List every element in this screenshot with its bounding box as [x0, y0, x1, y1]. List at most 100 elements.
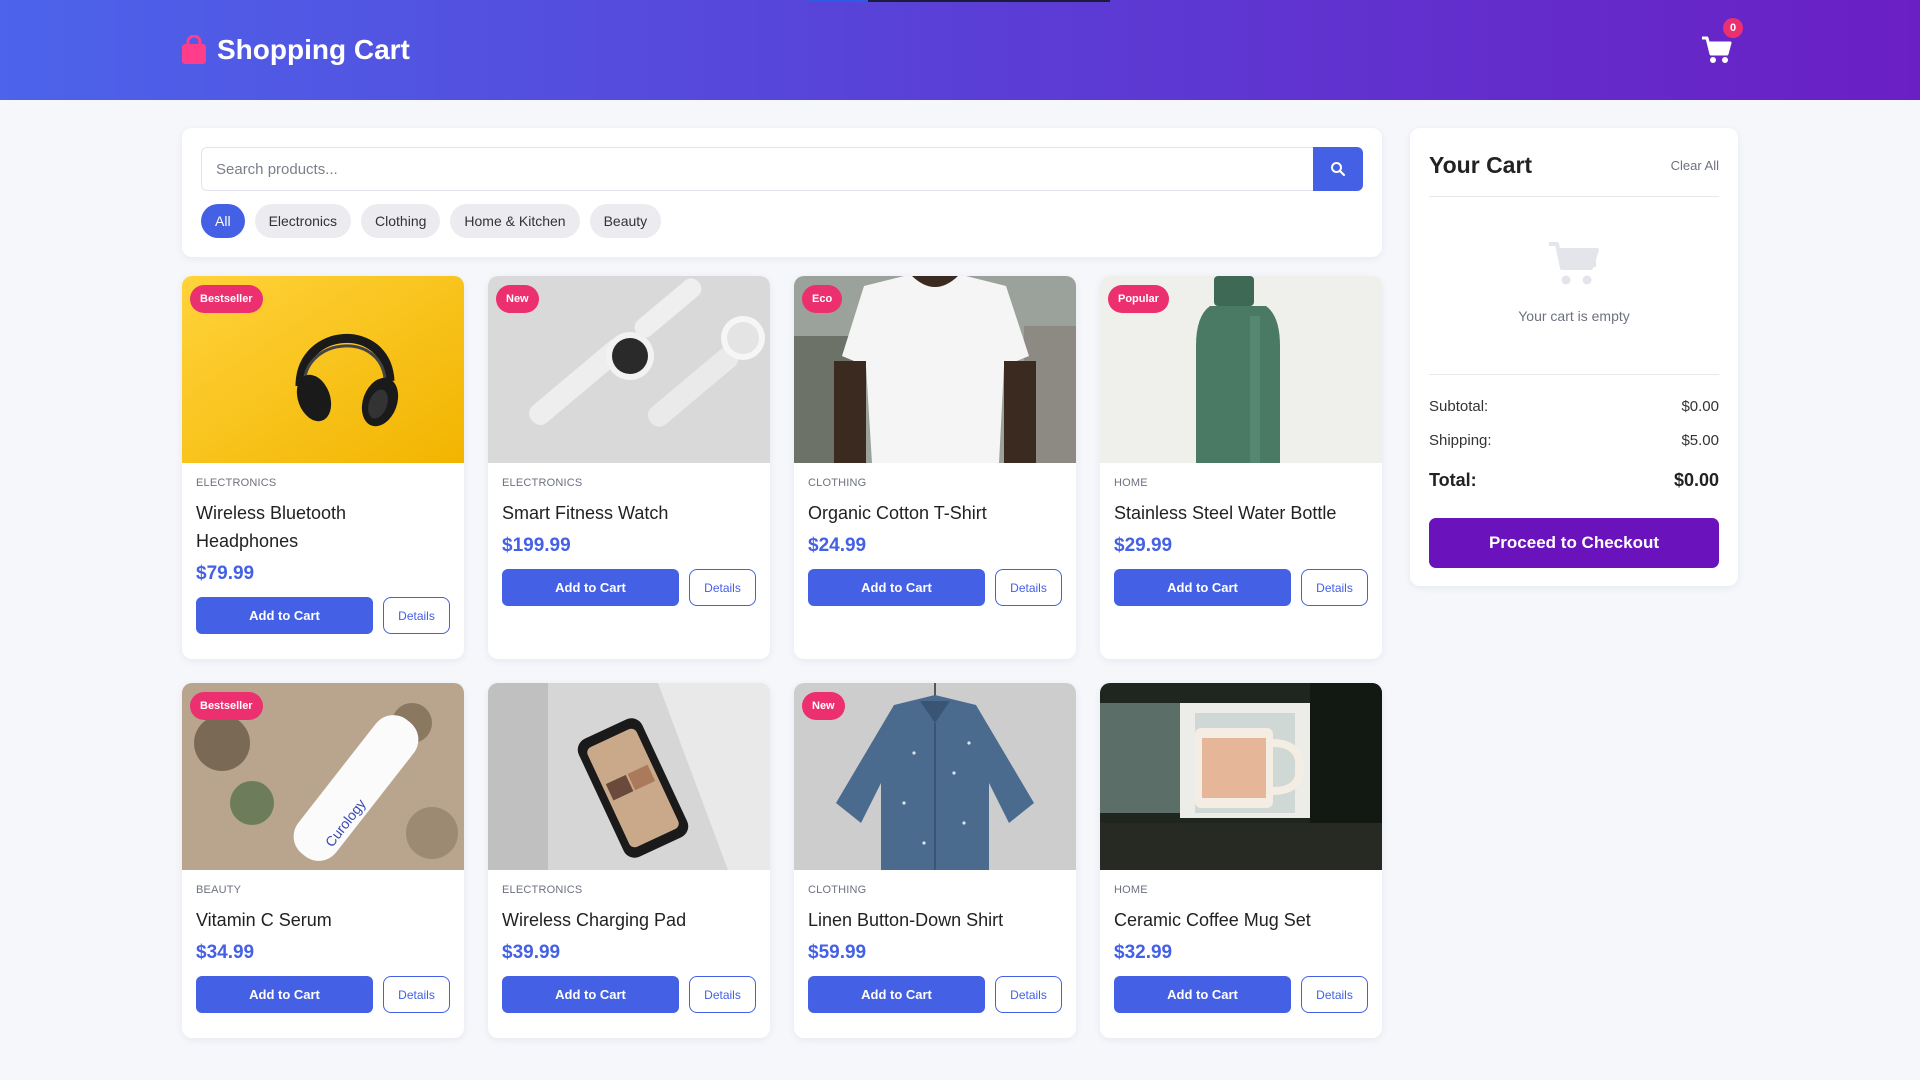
product-badge: New: [496, 285, 539, 313]
brand: Shopping Cart: [181, 30, 410, 70]
divider: [1429, 374, 1719, 375]
product-badge: Popular: [1108, 285, 1169, 313]
cart-title: Your Cart: [1429, 152, 1533, 178]
product-card: New CLOTHING Linen Button-Down Shirt $59…: [794, 683, 1076, 1038]
product-image-charging-pad[interactable]: [488, 683, 770, 870]
cart-panel: Your Cart Clear All Your cart is empty S…: [1410, 128, 1738, 586]
product-image-linen-shirt[interactable]: New: [794, 683, 1076, 870]
product-price: $79.99: [196, 563, 255, 584]
checkout-button[interactable]: Proceed to Checkout: [1429, 518, 1719, 568]
product-actions: Add to Cart Details: [502, 976, 756, 1013]
product-badge: Bestseller: [190, 285, 263, 313]
add-to-cart-button[interactable]: Add to Cart: [1114, 976, 1291, 1013]
add-to-cart-button[interactable]: Add to Cart: [808, 569, 985, 606]
search-button[interactable]: [1313, 147, 1363, 191]
add-to-cart-button[interactable]: Add to Cart: [502, 569, 679, 606]
product-info: ELECTRONICS Smart Fitness Watch $199.99 …: [488, 463, 770, 620]
search-bar: [201, 147, 1363, 191]
search-input[interactable]: [201, 147, 1313, 191]
shipping-label: Shipping:: [1429, 432, 1492, 449]
details-button[interactable]: Details: [689, 569, 756, 606]
product-image-coffee-mug[interactable]: [1100, 683, 1382, 870]
product-card: Curology Bestseller BEAUTY Vitamin C Ser…: [182, 683, 464, 1038]
product-price: $199.99: [502, 535, 571, 556]
product-category: BEAUTY: [196, 884, 242, 896]
product-actions: Add to Cart Details: [196, 976, 450, 1013]
details-button[interactable]: Details: [1301, 976, 1368, 1013]
divider: [1429, 196, 1719, 197]
product-image-watch[interactable]: New: [488, 276, 770, 463]
header-accent: [868, 0, 1110, 2]
shipping-row: Shipping: $5.00: [1429, 432, 1719, 449]
product-price: $32.99: [1114, 942, 1173, 963]
header-accent: [808, 0, 868, 2]
filter-clothing[interactable]: Clothing: [361, 204, 441, 238]
product-name: Wireless Charging Pad: [502, 910, 687, 930]
empty-cart-message: Your cart is empty: [1518, 308, 1630, 324]
product-card: Popular HOME Stainless Steel Water Bottl…: [1100, 276, 1382, 659]
details-button[interactable]: Details: [383, 976, 450, 1013]
total-value: $0.00: [1673, 470, 1719, 490]
shopping-bag-icon: [181, 34, 207, 65]
product-name: Ceramic Coffee Mug Set: [1114, 910, 1311, 930]
product-category: ELECTRONICS: [196, 477, 277, 489]
product-actions: Add to Cart Details: [1114, 976, 1368, 1013]
header-cart-button[interactable]: [1700, 34, 1734, 66]
product-category: ELECTRONICS: [502, 884, 583, 896]
total-row: Total: $0.00: [1429, 470, 1719, 491]
subtotal-row: Subtotal: $0.00: [1429, 398, 1719, 415]
product-actions: Add to Cart Details: [502, 569, 756, 606]
details-button[interactable]: Details: [1301, 569, 1368, 606]
product-name: Organic Cotton T-Shirt: [808, 503, 987, 523]
filter-home-kitchen[interactable]: Home & Kitchen: [450, 204, 580, 238]
product-category: CLOTHING: [808, 477, 867, 489]
product-name: Stainless Steel Water Bottle: [1114, 503, 1337, 523]
search-icon: [1331, 162, 1346, 177]
details-button[interactable]: Details: [995, 976, 1062, 1013]
add-to-cart-button[interactable]: Add to Cart: [808, 976, 985, 1013]
product-card: Eco CLOTHING Organic Cotton T-Shirt $24.…: [794, 276, 1076, 659]
filter-all[interactable]: All: [201, 204, 245, 238]
product-info: HOME Stainless Steel Water Bottle $29.99…: [1100, 463, 1382, 620]
product-category: HOME: [1114, 884, 1148, 896]
details-button[interactable]: Details: [689, 976, 756, 1013]
product-grid: Bestseller ELECTRONICS Wireless Bluetoot…: [182, 276, 1382, 1038]
product-price: $29.99: [1114, 535, 1173, 556]
product-info: ELECTRONICS Wireless Bluetooth Headphone…: [182, 463, 464, 648]
product-name: Smart Fitness Watch: [502, 503, 669, 523]
product-category: CLOTHING: [808, 884, 867, 896]
clear-all-button[interactable]: Clear All: [1671, 158, 1719, 173]
product-category: ELECTRONICS: [502, 477, 583, 489]
filter-beauty[interactable]: Beauty: [589, 204, 662, 238]
category-filters: All Electronics Clothing Home & Kitchen …: [201, 204, 662, 238]
product-image-tshirt[interactable]: Eco: [794, 276, 1076, 463]
product-card: ELECTRONICS Wireless Charging Pad $39.99…: [488, 683, 770, 1038]
shipping-value: $5.00: [1681, 432, 1719, 449]
product-price: $24.99: [808, 535, 867, 556]
product-card: New ELECTRONICS Smart Fitness Watch $199…: [488, 276, 770, 659]
product-name: Linen Button-Down Shirt: [808, 910, 1004, 930]
add-to-cart-button[interactable]: Add to Cart: [1114, 569, 1291, 606]
product-image-headphones[interactable]: Bestseller: [182, 276, 464, 463]
product-info: CLOTHING Organic Cotton T-Shirt $24.99 A…: [794, 463, 1076, 620]
product-badge: New: [802, 692, 845, 720]
app-header: Shopping Cart 0: [0, 0, 1920, 100]
product-image-water-bottle[interactable]: Popular: [1100, 276, 1382, 463]
product-badge: Eco: [802, 285, 843, 313]
filter-electronics[interactable]: Electronics: [254, 204, 352, 238]
product-price: $59.99: [808, 942, 867, 963]
product-price: $39.99: [502, 942, 561, 963]
product-card: HOME Ceramic Coffee Mug Set $32.99 Add t…: [1100, 683, 1382, 1038]
details-button[interactable]: Details: [995, 569, 1062, 606]
product-card: Bestseller ELECTRONICS Wireless Bluetoot…: [182, 276, 464, 659]
product-actions: Add to Cart Details: [808, 569, 1062, 606]
page-title: Shopping Cart: [217, 34, 410, 65]
add-to-cart-button[interactable]: Add to Cart: [196, 597, 373, 634]
total-label: Total:: [1429, 470, 1477, 490]
add-to-cart-button[interactable]: Add to Cart: [196, 976, 373, 1013]
product-info: BEAUTY Vitamin C Serum $34.99 Add to Car…: [182, 870, 464, 1027]
add-to-cart-button[interactable]: Add to Cart: [502, 976, 679, 1013]
details-button[interactable]: Details: [383, 597, 450, 634]
product-name: Wireless Bluetooth Headphones: [196, 503, 347, 551]
product-image-serum[interactable]: Curology Bestseller: [182, 683, 464, 870]
